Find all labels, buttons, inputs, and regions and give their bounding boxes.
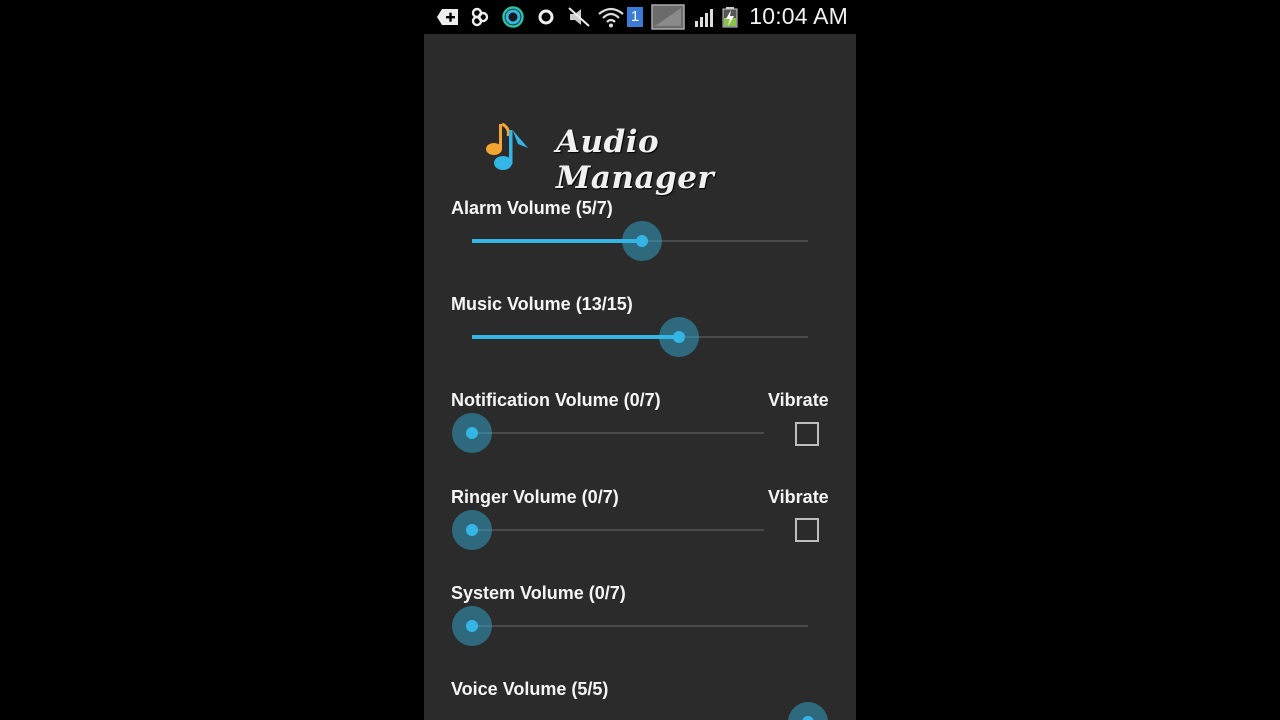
music-volume-label: Music Volume (13/15) [451, 294, 633, 314]
notification-plus-icon [437, 9, 458, 25]
thumb-dot [802, 716, 814, 720]
mute-icon [568, 7, 590, 27]
voice-volume-thumb[interactable] [788, 702, 828, 720]
thumb-dot [636, 235, 649, 247]
status-clock: 10:04 AM [749, 3, 848, 29]
thumb-dot [466, 620, 478, 632]
music-volume-thumb[interactable] [658, 317, 699, 357]
status-bar: 1 10:04 AM [424, 0, 856, 34]
ringer-vibrate-label: Vibrate [768, 487, 829, 507]
system-volume-slider[interactable] [452, 606, 808, 646]
ringer-vibrate-checkbox[interactable] [795, 518, 819, 542]
ringer-volume-thumb[interactable] [452, 510, 492, 550]
alarm-volume-slider[interactable] [472, 221, 808, 261]
app-title: Audio Manager [556, 124, 715, 196]
signal-icon [695, 9, 713, 27]
system-volume-thumb[interactable] [452, 606, 492, 646]
notification-vibrate-checkbox[interactable] [795, 422, 819, 446]
alarm-volume-thumb[interactable] [622, 221, 663, 261]
alarm-volume-label: Alarm Volume (5/7) [451, 198, 613, 218]
thumb-dot [466, 524, 478, 536]
thumb-dot [672, 331, 685, 343]
notification-volume-thumb[interactable] [452, 413, 492, 453]
app-header: Audio Manager [484, 118, 824, 196]
music-volume-slider[interactable] [472, 317, 808, 357]
circle-icon [538, 9, 554, 25]
phone-screen: 1 10:04 AM Audio Manager Alarm Volume (5… [424, 0, 856, 720]
ringer-volume-slider[interactable] [452, 510, 764, 550]
notification-vibrate-label: Vibrate [768, 390, 829, 410]
screenshot-icon [651, 4, 685, 30]
music-volume-fill [472, 335, 679, 339]
alarm-volume-fill [472, 239, 643, 243]
system-volume-label: System Volume (0/7) [451, 583, 626, 603]
thumb-dot [466, 427, 478, 439]
sim-icon: 1 [627, 7, 643, 27]
voice-volume-label: Voice Volume (5/5) [451, 679, 609, 699]
notification-volume-slider[interactable] [452, 413, 764, 453]
music-note-logo-icon [486, 122, 528, 170]
battery-charging-icon [722, 7, 738, 28]
wifi-icon [598, 7, 624, 28]
app-notify-icon [471, 7, 489, 27]
ring-icon [502, 6, 524, 28]
ringer-volume-label: Ringer Volume (0/7) [451, 487, 619, 507]
notification-volume-label: Notification Volume (0/7) [451, 390, 661, 410]
